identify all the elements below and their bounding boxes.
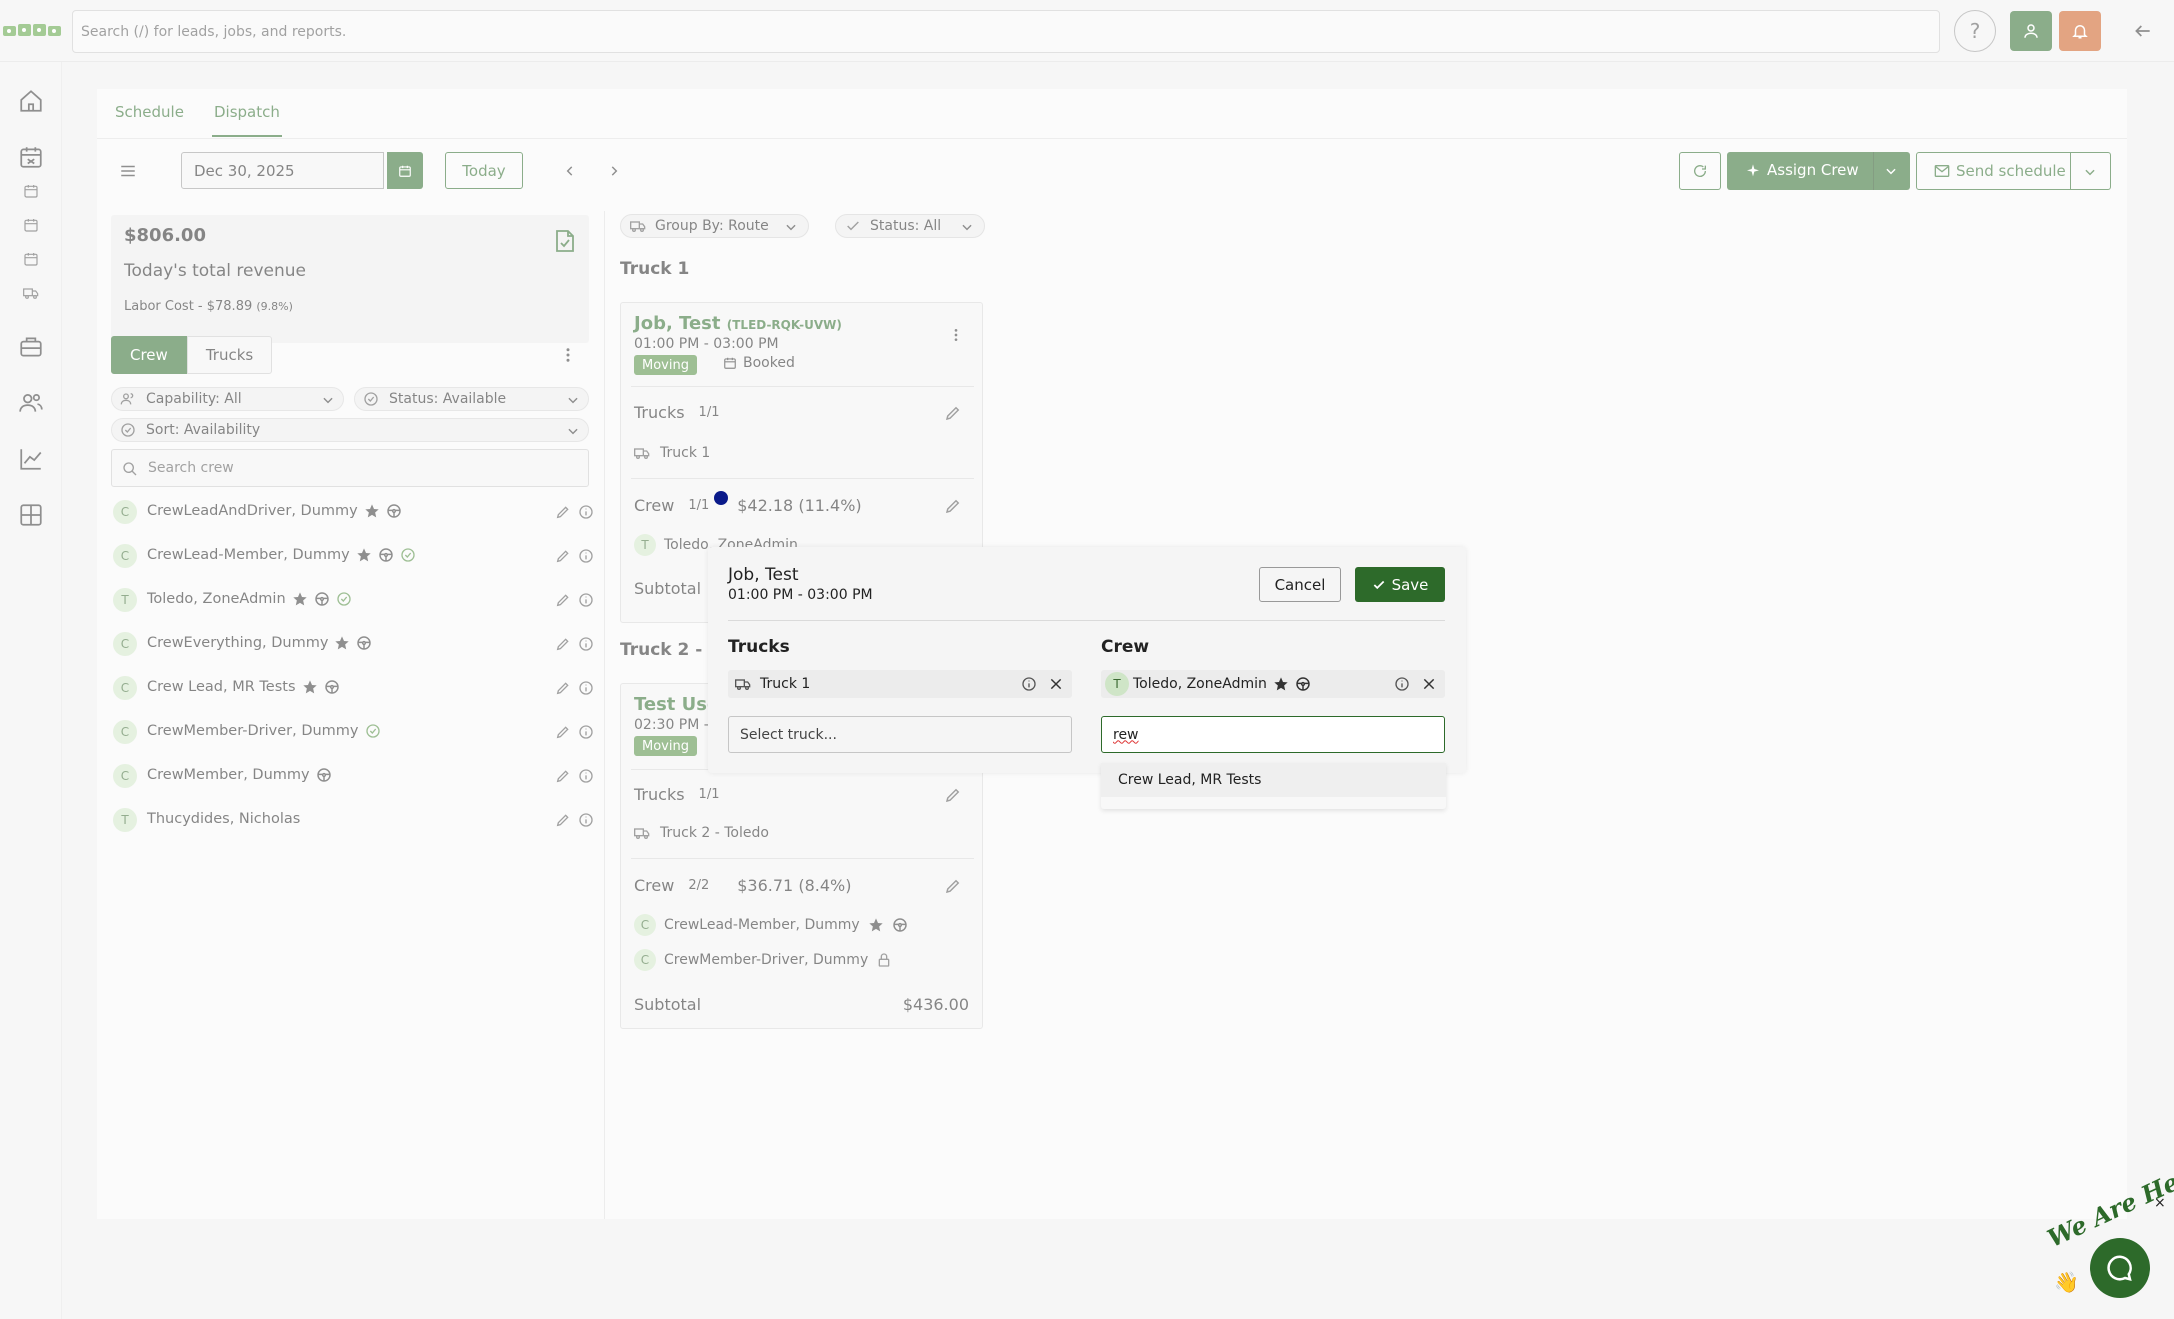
selected-truck: Truck 1	[728, 670, 1072, 698]
chat-icon	[2107, 1255, 2132, 1281]
modal-title: Job, Test	[728, 565, 799, 585]
cancel-button[interactable]: Cancel	[1259, 567, 1341, 602]
modal-trucks-heading: Trucks	[728, 637, 790, 657]
save-button[interactable]: Save	[1355, 567, 1445, 602]
selected-crew-name: Toledo, ZoneAdmin	[1133, 676, 1311, 692]
crew-suggestions: Crew Lead, MR Tests	[1101, 763, 1446, 809]
crew-suggestion-option[interactable]: Crew Lead, MR Tests	[1101, 763, 1446, 797]
star-icon	[1274, 677, 1288, 691]
chat-button[interactable]	[2090, 1238, 2150, 1298]
steering-wheel-icon	[1296, 677, 1310, 691]
truck-select[interactable]: Select truck...	[728, 716, 1072, 753]
close-icon[interactable]	[1421, 676, 1437, 692]
selected-truck-name: Truck 1	[760, 676, 811, 692]
wave-icon: 👋	[2054, 1270, 2079, 1294]
check-icon	[1373, 580, 1384, 589]
avatar: T	[1105, 672, 1129, 696]
modal-time: 01:00 PM - 03:00 PM	[728, 587, 873, 603]
close-icon[interactable]	[1048, 676, 1064, 692]
cursor-indicator	[714, 491, 728, 505]
modal-crew-heading: Crew	[1101, 637, 1150, 657]
info-icon[interactable]	[1394, 676, 1410, 692]
truck-icon	[735, 679, 751, 690]
crew-search-value: rew	[1113, 726, 1139, 743]
crew-search-field[interactable]: rew	[1101, 716, 1445, 753]
selected-crew: T Toledo, ZoneAdmin	[1101, 670, 1445, 698]
assign-crew-modal: Job, Test 01:00 PM - 03:00 PM Cancel Sav…	[708, 547, 1466, 773]
info-icon[interactable]	[1021, 676, 1037, 692]
divider	[728, 620, 1445, 621]
